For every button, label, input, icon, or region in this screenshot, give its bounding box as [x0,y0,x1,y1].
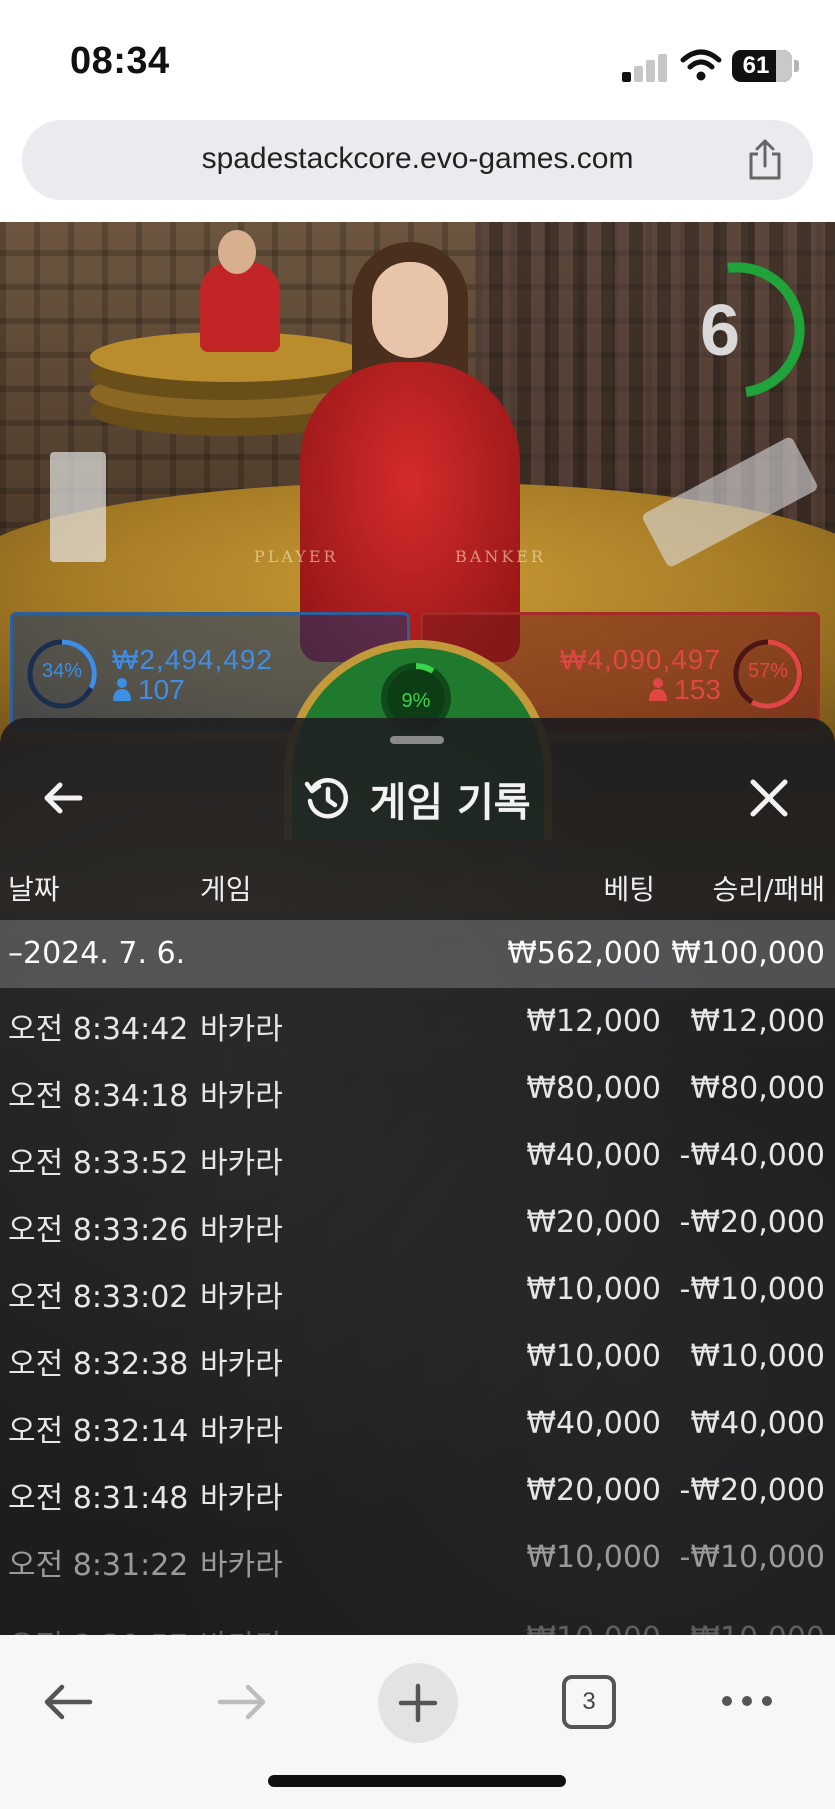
history-row[interactable]: 오전 8:31:22 바카라 ₩10,000 -₩10,000 [0,1524,835,1591]
tab-switcher-button[interactable]: 3 [562,1675,616,1729]
history-icon [305,778,349,819]
column-header-date: 날짜 [8,873,60,906]
column-header-bet: 베팅 [603,873,655,906]
row-bet: ₩12,000 [526,1004,661,1039]
history-row[interactable]: 오전 8:32:38 바카라 ₩10,000 ₩10,000 [0,1323,835,1390]
summary-date: –2024. 7. 6. [8,936,186,971]
row-result: ₩12,000 [690,1004,825,1039]
person-icon [113,678,131,701]
date-summary-row[interactable]: –2024. 7. 6. ₩562,000 ₩100,000 [0,920,835,988]
row-bet: ₩40,000 [526,1138,661,1173]
row-bet: ₩10,000 [526,1272,661,1307]
row-game: 바카라 [200,1213,283,1248]
address-bar[interactable]: spadestackcore.evo-games.com [22,120,813,200]
battery-nub [794,60,799,72]
close-icon[interactable] [744,768,794,828]
row-result: ₩40,000 [690,1406,825,1441]
row-time: 오전 8:32:14 [8,1414,189,1449]
row-result: -₩20,000 [679,1205,825,1240]
row-time: 오전 8:33:52 [8,1146,189,1181]
dealer-face [372,262,448,358]
countdown-number: 6 [699,291,741,371]
new-tab-button[interactable] [378,1663,458,1743]
row-bet: ₩20,000 [526,1205,661,1240]
plus-icon [398,1683,438,1723]
history-list: 오전 8:34:42 바카라 ₩12,000 ₩12,000 오전 8:34:1… [0,988,835,1635]
row-bet: ₩40,000 [526,1406,661,1441]
second-dealer-head [218,230,256,274]
game-history-panel: 게임 기록 날짜 게임 베팅 승리/패배 –2024. 7. 6. ₩562,0… [0,718,835,1635]
player-bettor-count-value: 107 [138,674,185,705]
more-options-icon[interactable] [720,1691,774,1711]
table-banker-label: BANKER [455,547,546,566]
banker-bettor-count-value: 153 [674,674,721,705]
row-game: 바카라 [200,1414,283,1449]
row-bet: ₩10,000 [526,1540,661,1575]
table-player-label: PLAYER [254,547,339,566]
browser-forward-icon[interactable] [214,1677,270,1727]
browser-back-icon[interactable] [40,1677,96,1727]
status-bar: 08:34 61 [0,0,835,110]
row-game: 바카라 [200,1079,283,1114]
cellular-signal-icon [622,52,668,82]
person-icon [649,678,668,701]
row-result: -₩20,000 [679,1473,825,1508]
row-time: 오전 8:30:57 [8,1621,188,1635]
share-icon[interactable] [745,138,785,182]
history-row[interactable]: 오전 8:33:52 바카라 ₩40,000 -₩40,000 [0,1122,835,1189]
row-game: 바카라 [200,1621,283,1635]
sheet-grabber[interactable] [390,736,444,744]
history-row[interactable]: 오전 8:30:57 바카라 ₩10,000 -₩10,000 [0,1591,835,1635]
row-time: 오전 8:33:02 [8,1280,189,1315]
discard-tray [50,452,106,562]
row-time: 오전 8:31:22 [8,1548,189,1583]
row-time: 오전 8:31:48 [8,1481,189,1516]
history-row[interactable]: 오전 8:32:14 바카라 ₩40,000 ₩40,000 [0,1390,835,1457]
row-time: 오전 8:32:38 [8,1347,189,1382]
history-row[interactable]: 오전 8:34:42 바카라 ₩12,000 ₩12,000 [0,988,835,1055]
row-result: -₩10,000 [679,1272,825,1307]
banker-total-amount: ₩4,090,497 [560,644,721,675]
column-header-game: 게임 [200,873,252,906]
row-result: -₩10,000 [680,1621,825,1635]
row-time: 오전 8:34:18 [8,1079,189,1114]
column-header-result: 승리/패배 [712,873,825,906]
row-game: 바카라 [200,1146,283,1181]
row-bet: ₩80,000 [526,1071,661,1106]
summary-result-total: ₩100,000 [671,936,825,971]
wifi-icon [680,49,722,81]
row-result: -₩10,000 [679,1540,825,1575]
row-bet: ₩20,000 [526,1473,661,1508]
row-game: 바카라 [200,1548,283,1583]
status-time: 08:34 [70,40,170,82]
home-indicator[interactable] [268,1775,566,1787]
summary-bet-total: ₩562,000 [507,936,661,971]
history-row[interactable]: 오전 8:34:18 바카라 ₩80,000 ₩80,000 [0,1055,835,1122]
row-game: 바카라 [200,1012,283,1047]
panel-title: 게임 기록 [369,780,531,826]
history-row[interactable]: 오전 8:33:26 바카라 ₩20,000 -₩20,000 [0,1189,835,1256]
row-time: 오전 8:33:26 [8,1213,189,1248]
history-row[interactable]: 오전 8:31:48 바카라 ₩20,000 -₩20,000 [0,1457,835,1524]
row-bet: ₩10,000 [526,1621,661,1635]
banker-percent: 57% [747,660,789,682]
row-result: -₩40,000 [679,1138,825,1173]
banker-bettor-count: 153 [648,674,721,706]
url-text[interactable]: spadestackcore.evo-games.com [22,142,813,176]
row-result: ₩80,000 [690,1071,825,1106]
history-row[interactable]: 오전 8:33:02 바카라 ₩10,000 -₩10,000 [0,1256,835,1323]
player-percent: 34% [41,660,83,682]
row-game: 바카라 [200,1481,283,1516]
row-game: 바카라 [200,1347,283,1382]
row-result: ₩10,000 [690,1339,825,1374]
tie-percent: 9% [401,690,431,712]
second-dealer [200,262,280,352]
player-bettor-count: 107 [112,674,185,706]
row-bet: ₩10,000 [526,1339,661,1374]
panel-header: 게임 기록 [0,770,835,826]
row-game: 바카라 [200,1280,283,1315]
player-total-amount: ₩2,494,492 [112,644,273,675]
row-time: 오전 8:34:42 [8,1012,189,1047]
battery-level-text: 61 [742,52,770,79]
